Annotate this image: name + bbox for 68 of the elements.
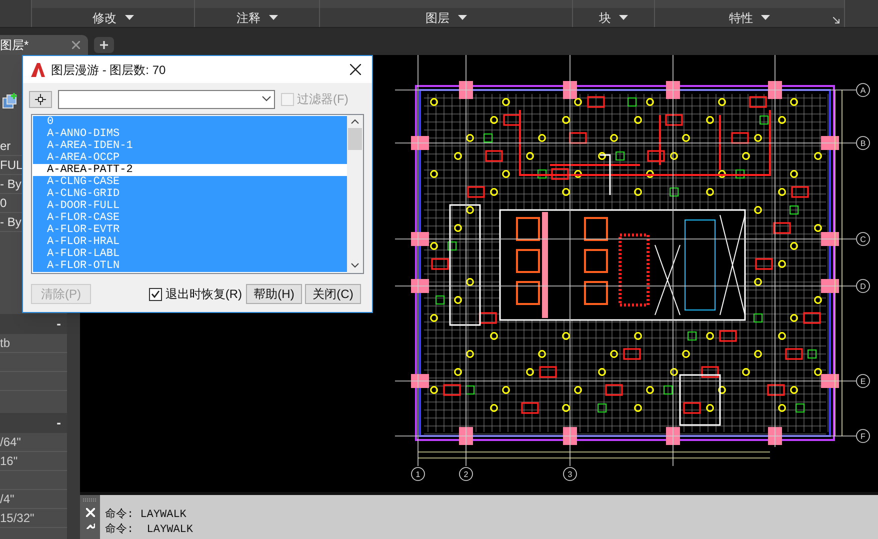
caret-icon — [124, 15, 134, 20]
property-value: 15/32" — [0, 510, 34, 527]
caret-icon — [619, 15, 628, 20]
layer-list-item[interactable]: A-FLOR-EVTR — [33, 224, 347, 236]
chevron-up-icon[interactable] — [351, 119, 359, 124]
layer-list-item[interactable]: A-FLOR-OTLN — [33, 260, 347, 272]
layer-list-item[interactable]: A-AREA-IDEN-1 — [33, 140, 347, 152]
filter-combobox[interactable] — [58, 90, 275, 108]
section-header[interactable]: - — [0, 413, 67, 433]
grid-bubble: 3 — [563, 467, 577, 481]
chevron-down-icon — [262, 96, 271, 102]
property-value: /4" — [0, 491, 14, 508]
check-icon — [151, 290, 160, 298]
close-icon[interactable] — [350, 64, 361, 75]
scrollbar[interactable] — [347, 115, 363, 273]
grid-bubble: 1 — [411, 467, 425, 481]
ribbon-panel-title[interactable]: 图层 — [426, 8, 466, 26]
command-history-line: 命令: LAYWALK — [105, 508, 188, 523]
app-logo-icon — [31, 62, 45, 76]
layer-list-item[interactable]: A-DOOR-FULL — [33, 200, 347, 212]
plus-icon — [100, 41, 108, 49]
grid-bubble: F — [856, 429, 870, 443]
grid-bubble: B — [856, 136, 870, 150]
scrollbar-thumb[interactable] — [348, 128, 362, 150]
property-value: /64" — [0, 434, 21, 451]
grid-bubble: C — [856, 232, 870, 246]
property-value: tb — [0, 335, 10, 352]
document-tab[interactable]: 图层* — [0, 35, 88, 55]
property-value: FUL — [0, 157, 23, 174]
layer-list-item[interactable]: A-FLOR-LABL — [33, 248, 347, 260]
grid-bubble: A — [856, 83, 870, 97]
layer-list-item[interactable]: A-ANNO-DIMS — [33, 128, 347, 140]
checkbox[interactable] — [149, 288, 162, 300]
dialog-button[interactable]: 帮助(H) — [246, 284, 302, 304]
ribbon-panel-title[interactable]: 修改 — [92, 8, 134, 26]
layer-icon[interactable] — [2, 93, 18, 109]
checkbox-label: 退出时恢复(R) — [165, 286, 242, 303]
grid-bubble: D — [856, 279, 870, 293]
wrench-icon[interactable] — [86, 523, 94, 529]
grid-bubble: E — [856, 374, 870, 388]
layer-list-item[interactable]: A-CLNG-GRID — [33, 188, 347, 200]
property-value: 0 — [0, 195, 7, 212]
chevron-down-icon[interactable] — [351, 263, 359, 268]
section-header[interactable]: - — [0, 314, 67, 334]
layer-list-item[interactable]: A-AREA-OCCP — [33, 152, 347, 164]
panel-launcher-icon[interactable] — [833, 17, 840, 24]
layer-list-item[interactable]: 0 — [33, 116, 347, 128]
layer-list-item[interactable]: A-FLOR-HRAL — [33, 236, 347, 248]
property-value: 16" — [0, 453, 18, 470]
ribbon-panel-title[interactable]: 特性 — [729, 8, 770, 26]
grid-bubble: 2 — [459, 467, 473, 481]
ribbon-panel-title[interactable]: 注释 — [236, 8, 278, 26]
checkbox-label: 过滤器(F) — [297, 91, 348, 108]
property-value: er — [0, 138, 11, 155]
dialog-title: 图层漫游 - 图层数: 70 — [51, 62, 166, 78]
caret-icon — [458, 15, 466, 20]
caret-icon — [268, 15, 278, 20]
new-tab-button[interactable] — [94, 37, 114, 53]
ribbon-panel-title[interactable]: 块 — [599, 8, 628, 26]
command-history-line: 命令: LAYWALK — [105, 523, 194, 538]
caret-icon — [761, 15, 770, 20]
property-value: - By — [0, 176, 22, 193]
dialog-button[interactable]: 关闭(C) — [305, 284, 361, 304]
pick-button[interactable] — [29, 90, 52, 108]
property-value: - By — [0, 214, 22, 231]
grip-icon[interactable] — [83, 498, 97, 502]
layer-list-item[interactable]: A-CLNG-CASE — [33, 176, 347, 188]
layer-list-item[interactable]: A-FLOR-CASE — [33, 212, 347, 224]
